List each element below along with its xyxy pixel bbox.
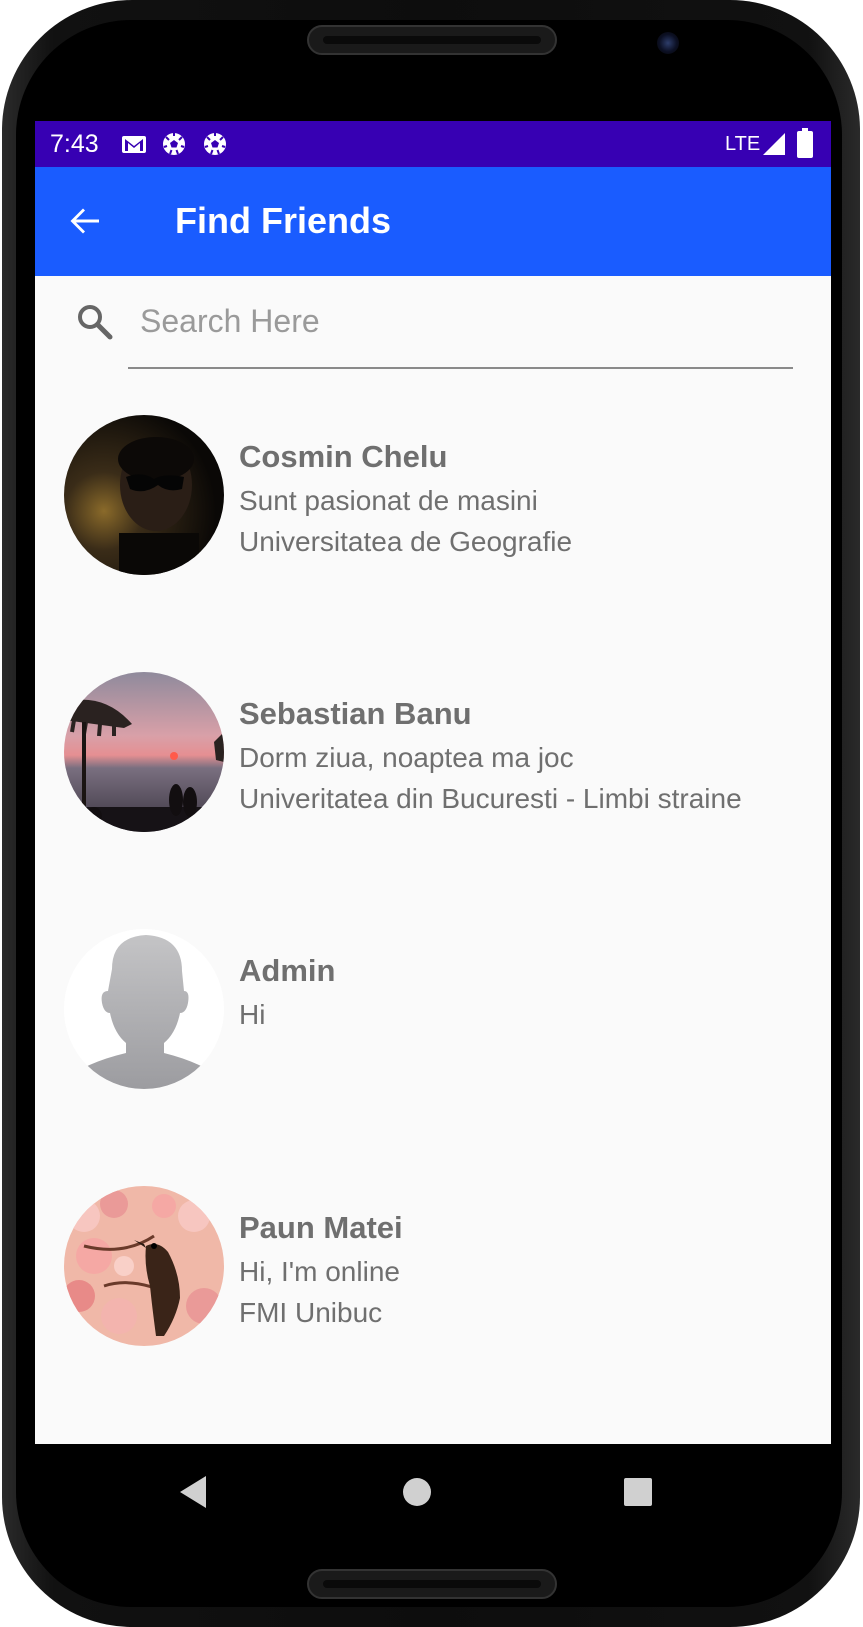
status-bar: 7:43 LTE [35, 121, 831, 167]
earpiece-speaker [307, 25, 557, 55]
search-underline [128, 367, 793, 369]
page-title: Find Friends [175, 200, 391, 241]
friend-university: Univeritatea din Bucuresti - Limbi strai… [239, 783, 742, 814]
system-nav-bar [35, 1444, 831, 1537]
bottom-speaker [307, 1569, 557, 1599]
friend-item[interactable]: Sebastian Banu Dorm ziua, noaptea ma joc… [35, 672, 831, 842]
home-circle-icon[interactable] [397, 1472, 437, 1512]
recents-square-icon[interactable] [618, 1472, 658, 1512]
friend-status: Sunt pasionat de masini [239, 485, 538, 516]
front-camera [657, 32, 679, 54]
friend-status: Dorm ziua, noaptea ma joc [239, 742, 574, 773]
friend-status: Hi [239, 999, 266, 1030]
friend-name: Sebastian Banu [239, 696, 472, 731]
search-icon [78, 305, 113, 340]
avatar [64, 929, 224, 1089]
status-time: 7:43 [50, 130, 99, 158]
soccer-icon [163, 133, 185, 155]
screen: 7:43 LTE Find Friends Search Here Cosmin… [35, 121, 831, 1537]
arrow-back-icon[interactable] [65, 201, 105, 241]
soccer-icon [204, 133, 226, 155]
friend-item[interactable]: Cosmin Chelu Sunt pasionat de masini Uni… [35, 415, 831, 585]
friend-item[interactable]: Admin Hi [35, 929, 831, 1099]
friend-university: Universitatea de Geografie [239, 526, 573, 557]
friend-name: Admin [239, 953, 336, 988]
friend-item[interactable]: Paun Matei Hi, I'm online FMI Unibuc [35, 1186, 831, 1356]
network-type: LTE [725, 133, 761, 155]
battery-icon [797, 128, 813, 158]
avatar [64, 672, 224, 832]
avatar [64, 1186, 224, 1346]
friend-status: Hi, I'm online [239, 1256, 400, 1287]
friends-content: Cosmin Chelu Sunt pasionat de masini Uni… [35, 276, 831, 1444]
avatar [64, 415, 224, 575]
signal-icon [763, 133, 785, 155]
search-input[interactable] [135, 296, 790, 346]
friend-name: Paun Matei [239, 1210, 403, 1245]
phone-device: 7:43 LTE Find Friends Search Here Cosmin… [0, 0, 863, 1627]
friend-name: Cosmin Chelu [239, 439, 448, 474]
gmail-icon [122, 136, 146, 153]
friend-university: FMI Unibuc [239, 1297, 383, 1328]
back-triangle-icon[interactable] [174, 1472, 214, 1512]
app-bar: Find Friends [35, 167, 831, 276]
